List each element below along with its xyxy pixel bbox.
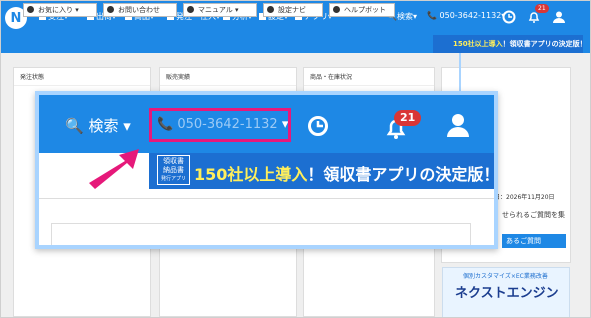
chat-icon [333,6,340,13]
helpbot-button[interactable]: ヘルプボット [329,3,395,17]
favorites-button[interactable]: お気に入り ▾ [23,3,97,17]
zoom-promo-banner[interactable]: 領収書 納品書 発行アプリ 150社以上導入！領収書アプリの決定版！ [149,153,494,189]
zoom-banner-text: 150社以上導入！領収書アプリの決定版！ [194,165,498,184]
highlight-box [149,108,291,142]
zoom-clock-icon[interactable] [307,115,329,137]
faq-button[interactable]: あるご質問 [502,234,566,248]
clock-icon[interactable] [502,10,516,24]
zoom-panel [51,223,471,245]
mail-icon [107,6,114,13]
pointer-arrow-icon [89,149,139,189]
zoom-notification-badge: 21 [394,110,422,126]
ad-banner[interactable]: 個別カスタマイズ×EC業務改善 ネクストエンジン [442,267,570,317]
user-icon[interactable] [552,10,566,24]
manual-button[interactable]: マニュアル ▾ [183,3,257,17]
zoom-user-icon[interactable] [445,112,471,138]
nav-phone[interactable]: 📞 050-3642-1132▾ [427,11,505,20]
star-icon [27,6,34,13]
flag-icon [267,6,274,13]
settings-navi-button[interactable]: 設定ナビ [263,3,323,17]
screenshot-frame: N 受注▾ 出荷▾ 商品▾ 発注・仕入▾ 分析▾ 設定▾ アプリ▾ 🔍検索▾ 📞… [0,0,591,318]
zoom-callout: 🔍 検索 ▾ 📞 050-3642-1132 ▾ 21 領収書 納品書 発行アプリ … [35,91,498,249]
contact-button[interactable]: お問い合わせ [103,3,177,17]
promo-banner-small[interactable]: 150社以上導入！領収書アプリの決定版！ [433,35,587,53]
callout-connector [459,53,461,93]
notification-badge: 21 [535,4,549,13]
receipt-app-logo: 領収書 納品書 発行アプリ [157,155,190,185]
help-icon [187,6,194,13]
